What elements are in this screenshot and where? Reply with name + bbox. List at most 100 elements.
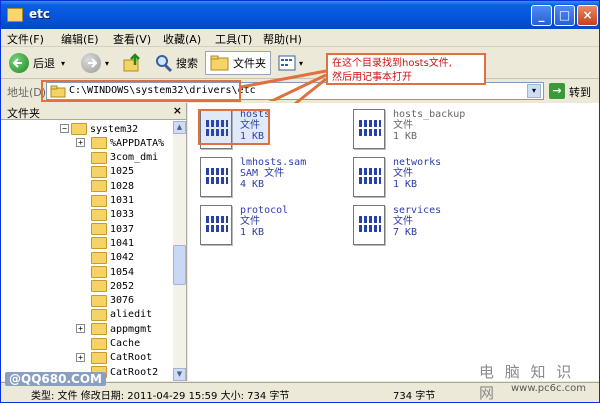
back-arrow-icon: [9, 53, 29, 73]
file-info: protocol 文件 1 KB: [240, 205, 288, 238]
watermark-logo: @QQ680.COM: [5, 372, 106, 386]
forward-button[interactable]: ▾: [81, 51, 109, 75]
file-size: 1 KB: [393, 131, 418, 142]
tree-expander-icon[interactable]: +: [76, 352, 85, 362]
folders-pane: 文件夹 × − system32 + %APPDATA% 3com_dmi 1025 102…: [1, 103, 187, 381]
tree-item-label: appmgmt: [110, 323, 153, 335]
tree-item[interactable]: 1041: [81, 236, 134, 250]
title-bar[interactable]: etc _ □ ×: [1, 1, 599, 29]
file-item[interactable]: lmhosts.sam SAM 文件 4 KB: [200, 157, 370, 209]
folder-icon: [91, 223, 107, 236]
tree-item[interactable]: 1028: [81, 179, 134, 193]
back-button[interactable]: 后退 ▾: [9, 51, 65, 75]
tree-item[interactable]: + appmgmt: [76, 322, 153, 336]
address-dropdown-icon[interactable]: ▾: [527, 84, 541, 98]
tree-item[interactable]: − system32: [60, 122, 139, 136]
menu-bar: 文件(F) 编辑(E) 查看(V) 收藏(A) 工具(T) 帮助(H): [1, 29, 599, 73]
file-type: 文件: [393, 216, 413, 227]
back-dropdown-icon[interactable]: ▾: [61, 59, 65, 68]
tree-item-label: 1042: [110, 252, 135, 264]
menu-help[interactable]: 帮助(H): [263, 31, 302, 47]
tree-item-label: 1025: [110, 166, 135, 178]
menu-view[interactable]: 查看(V): [113, 31, 151, 47]
file-item[interactable]: services 文件 7 KB: [353, 205, 523, 257]
explorer-window: etc _ □ × 文件(F) 编辑(E) 查看(V) 收藏(A) 工具(T) …: [0, 0, 600, 403]
search-button[interactable]: 搜索: [153, 51, 198, 75]
scroll-up-icon[interactable]: ▲: [173, 121, 186, 134]
tree-item-label: %APPDATA%: [110, 137, 165, 149]
folder-icon: [91, 308, 107, 321]
folder-icon: [91, 251, 107, 264]
menu-tools[interactable]: 工具(T): [215, 31, 252, 47]
folder-icon: [71, 123, 87, 135]
hosts-highlight: [198, 109, 270, 145]
tree-item[interactable]: 1037: [81, 222, 134, 236]
tree-item-label: 1054: [110, 266, 135, 278]
callout-line-1: 在这个目录找到hosts文件,: [332, 58, 452, 69]
folder-icon: [91, 237, 107, 250]
file-type: 文件: [393, 120, 413, 131]
tree-item[interactable]: Cache: [81, 337, 140, 351]
tree-item-label: aliedit: [110, 309, 153, 321]
tree-item-label: 1041: [110, 237, 135, 249]
scroll-down-icon[interactable]: ▼: [173, 368, 186, 381]
menu-edit[interactable]: 编辑(E): [61, 31, 99, 47]
tree-item[interactable]: + CatRoot: [76, 351, 153, 365]
forward-arrow-icon: [81, 53, 101, 73]
folder-icon: [210, 55, 229, 71]
folder-icon: [91, 294, 107, 307]
maximize-button[interactable]: □: [554, 5, 575, 26]
file-icon: [353, 157, 385, 197]
folders-pane-header: 文件夹 ×: [1, 103, 186, 120]
file-icon: [200, 205, 232, 245]
folder-tree: − system32 + %APPDATA% 3com_dmi 1025 1028 1031 1…: [1, 121, 173, 381]
window-title: etc: [29, 7, 50, 21]
scrollbar-thumb[interactable]: [173, 245, 186, 285]
tree-item[interactable]: + %APPDATA%: [76, 136, 165, 150]
watermark-url: www.pc6c.com: [511, 383, 587, 394]
tree-scrollbar[interactable]: ▲ ▼: [173, 121, 186, 381]
go-arrow-icon[interactable]: →: [549, 83, 565, 99]
tree-item[interactable]: 1054: [81, 265, 134, 279]
file-name: protocol: [240, 205, 289, 216]
tree-expander-icon[interactable]: −: [60, 124, 69, 133]
file-item[interactable]: hosts_backup 文件 1 KB: [353, 109, 523, 161]
file-name: lmhosts.sam: [240, 157, 307, 168]
folder-icon: [91, 280, 107, 293]
file-size: 7 KB: [393, 227, 418, 238]
tree-item[interactable]: 3com_dmi: [81, 151, 158, 165]
file-info: networks 文件 1 KB: [393, 157, 441, 190]
tree-item[interactable]: aliedit: [81, 308, 152, 322]
tree-item[interactable]: 1042: [81, 251, 134, 265]
tree-item-label: 3076: [110, 295, 135, 307]
tree-item[interactable]: 1025: [81, 165, 134, 179]
go-button[interactable]: 转到: [569, 84, 591, 100]
tree-item-label: system32: [90, 123, 139, 135]
close-button[interactable]: ×: [577, 5, 598, 26]
file-item[interactable]: protocol 文件 1 KB: [200, 205, 370, 257]
tree-item-label: 3com_dmi: [110, 152, 159, 164]
watermark-site-cn: 电 脑 知 识 网: [479, 363, 575, 402]
menu-file[interactable]: 文件(F): [7, 31, 44, 47]
folder-icon: [91, 323, 107, 336]
folder-icon: [7, 8, 23, 22]
file-item[interactable]: networks 文件 1 KB: [353, 157, 523, 209]
menu-favorites[interactable]: 收藏(A): [163, 31, 201, 47]
tree-item[interactable]: 1033: [81, 208, 134, 222]
tree-item-label: 1033: [110, 209, 135, 221]
folder-icon: [91, 165, 107, 178]
folder-icon: [91, 180, 107, 193]
tree-expander-icon[interactable]: +: [76, 324, 85, 334]
callout-line-2: 然后用记事本打开: [332, 72, 412, 83]
tree-expander-icon[interactable]: +: [76, 138, 85, 148]
tree-item[interactable]: 3076: [81, 294, 134, 308]
close-pane-button[interactable]: ×: [173, 104, 182, 117]
status-size: 734 字节: [393, 391, 436, 402]
forward-dropdown-icon[interactable]: ▾: [105, 59, 109, 68]
tree-item-label: CatRoot: [110, 352, 153, 364]
tree-item[interactable]: 1031: [81, 194, 134, 208]
up-folder-button[interactable]: [121, 51, 143, 75]
minimize-button[interactable]: _: [531, 5, 552, 26]
folder-icon: [91, 151, 107, 164]
tree-item[interactable]: 2052: [81, 279, 134, 293]
